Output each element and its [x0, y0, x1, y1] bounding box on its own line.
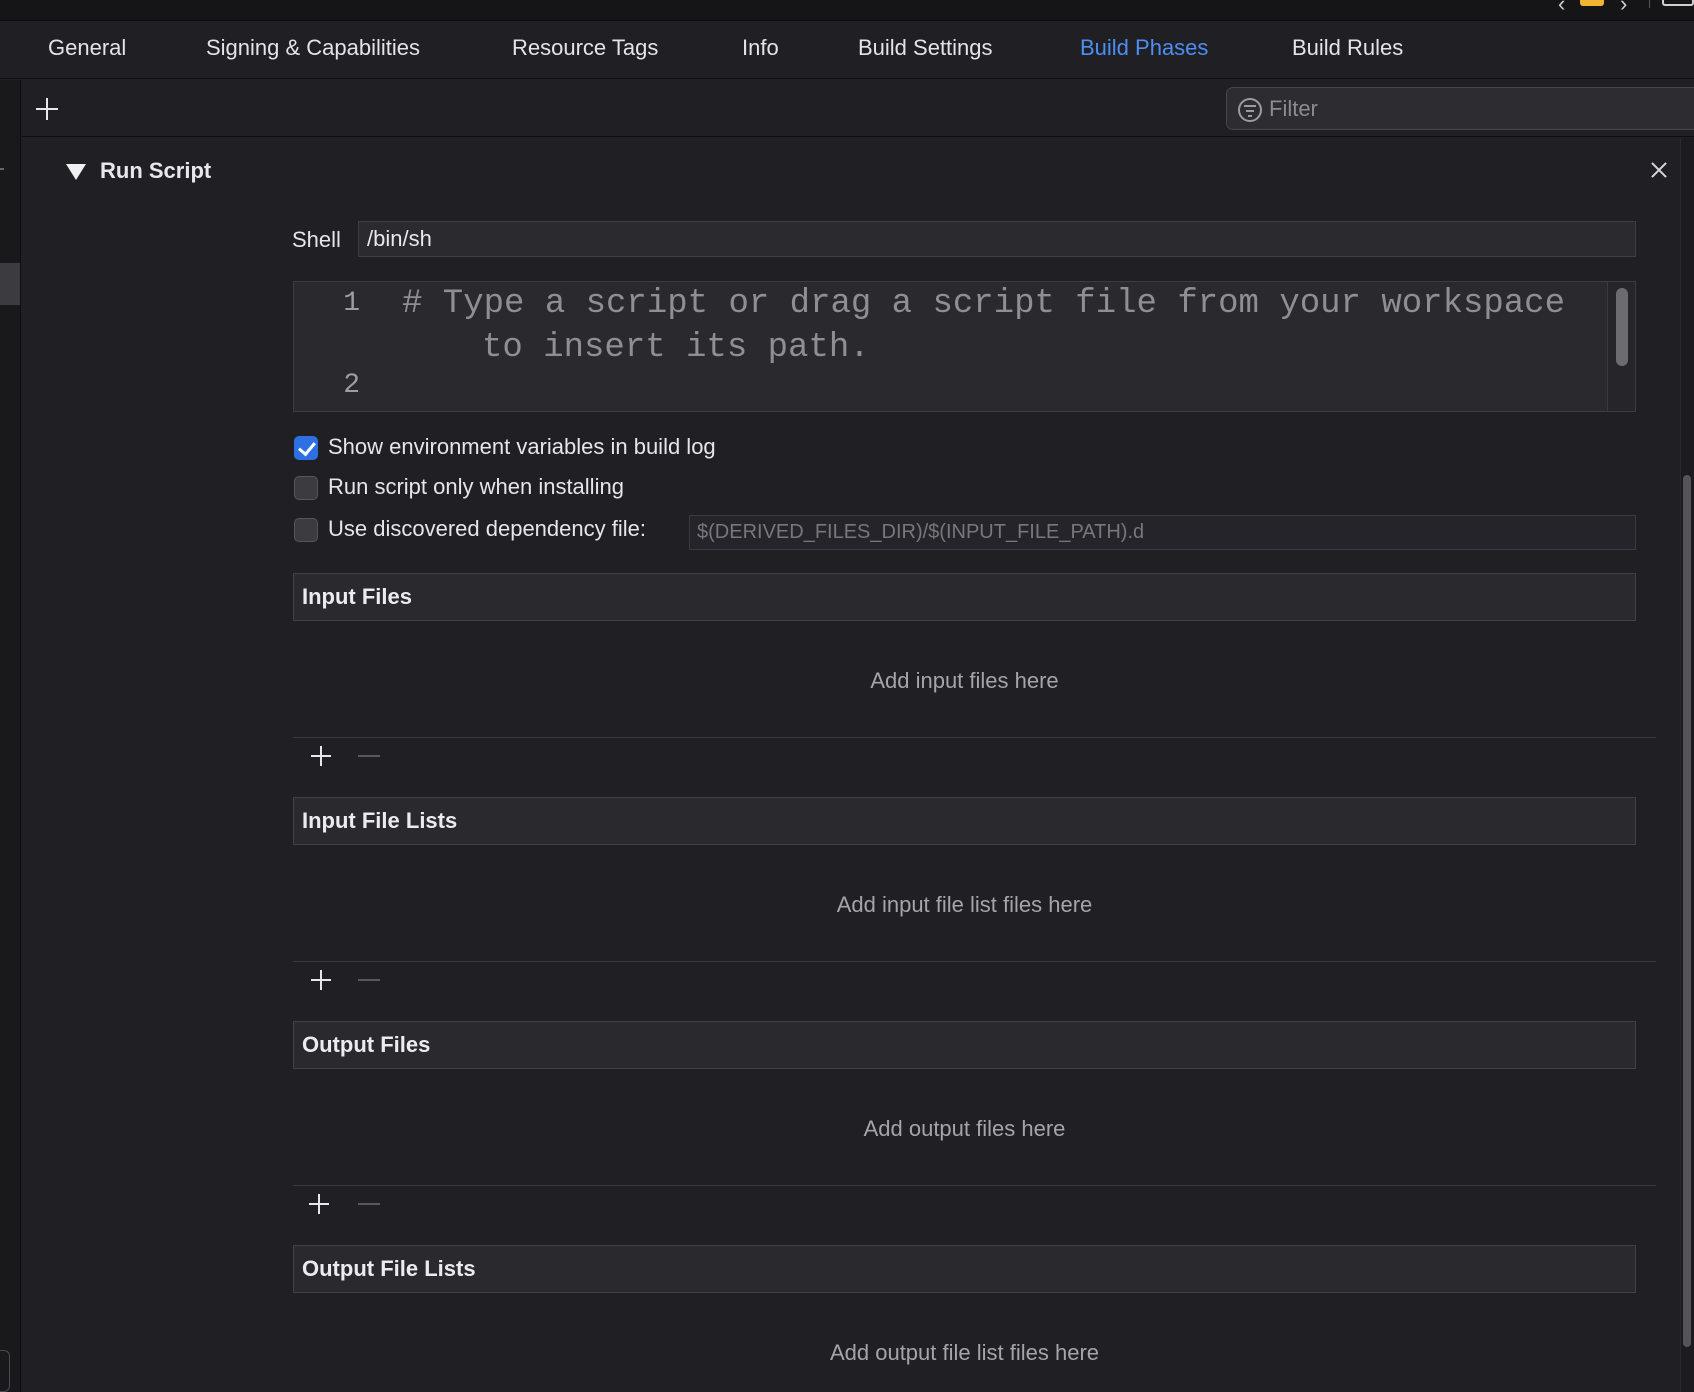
editor-tab-bar: General Signing & Capabilities Resource …: [0, 21, 1694, 79]
filter-icon: [1238, 98, 1262, 122]
titlebar-divider: [1649, 0, 1650, 8]
tab-general[interactable]: General: [48, 35, 126, 61]
tab-build-settings[interactable]: Build Settings: [858, 35, 993, 61]
sidebar-selected-target[interactable]: [0, 263, 20, 305]
shell-field[interactable]: /bin/sh: [358, 221, 1636, 257]
run-installing-checkbox[interactable]: [294, 476, 318, 500]
back-arrow-icon[interactable]: ‹: [1558, 0, 1565, 15]
remove-input-file-list-icon[interactable]: [358, 969, 380, 991]
disclosure-triangle-icon[interactable]: [66, 164, 86, 180]
content-scrollbar[interactable]: [1680, 138, 1694, 1392]
tab-signing-capabilities[interactable]: Signing & Capabilities: [206, 35, 420, 61]
remove-output-file-icon[interactable]: [358, 1193, 380, 1215]
warning-folder-icon[interactable]: [1580, 0, 1604, 6]
phase-title[interactable]: Run Script: [100, 158, 211, 184]
filter-field[interactable]: [1226, 87, 1694, 130]
remove-input-file-icon[interactable]: [358, 745, 380, 767]
input-files-header: Input Files: [293, 573, 1636, 621]
dependency-file-field[interactable]: $(DERIVED_FILES_DIR)/$(INPUT_FILE_PATH).…: [689, 515, 1636, 550]
add-output-file-icon[interactable]: [309, 1194, 329, 1214]
run-installing-label[interactable]: Run script only when installing: [328, 474, 624, 500]
forward-arrow-icon[interactable]: ›: [1620, 0, 1627, 15]
script-line: # Type a script or drag a script file fr…: [402, 285, 1565, 323]
input-files-empty: Add input files here: [870, 668, 1059, 693]
show-env-checkbox[interactable]: [294, 436, 318, 460]
dependency-checkbox[interactable]: [294, 518, 318, 542]
section-divider: [293, 961, 1656, 962]
section-divider: [293, 1185, 1656, 1186]
shell-label: Shell: [292, 227, 341, 252]
target-list-sidebar: [0, 80, 21, 1392]
show-env-label[interactable]: Show environment variables in build log: [328, 434, 716, 460]
line-number: 2: [343, 370, 360, 401]
sidebar-marker: [0, 168, 4, 170]
add-input-file-list-icon[interactable]: [311, 970, 331, 990]
script-editor[interactable]: 1 2 # Type a script or drag a script fil…: [293, 281, 1636, 412]
output-file-lists-empty: Add output file list files here: [829, 1340, 1100, 1365]
editor-scroll-thumb[interactable]: [1616, 288, 1628, 366]
phases-toolbar: [22, 80, 1694, 137]
tab-build-rules[interactable]: Build Rules: [1292, 35, 1403, 61]
section-divider: [293, 737, 1656, 738]
sidebar-toggle-button[interactable]: [0, 1350, 10, 1392]
add-build-phase-icon[interactable]: [36, 98, 58, 120]
titlebar-controls: ‹ ›: [1544, 0, 1694, 21]
window-titlebar: ‹ ›: [0, 0, 1694, 21]
add-input-file-icon[interactable]: [311, 746, 331, 766]
script-line-wrap: to insert its path.: [482, 329, 870, 367]
content-scroll-thumb[interactable]: [1683, 475, 1691, 1347]
output-files-empty: Add output files here: [863, 1116, 1066, 1141]
input-file-lists-empty: Add input file list files here: [836, 892, 1093, 917]
output-file-lists-header: Output File Lists: [293, 1245, 1636, 1293]
delete-phase-icon[interactable]: [1649, 160, 1669, 180]
inspector-toggle-icon[interactable]: [1662, 0, 1694, 6]
editor-scrollbar[interactable]: [1607, 282, 1635, 411]
tab-info[interactable]: Info: [742, 35, 779, 61]
line-number: 1: [343, 288, 360, 319]
build-phases-content: Run Script Shell /bin/sh 1 2 # Type a sc…: [22, 138, 1694, 1392]
tab-resource-tags[interactable]: Resource Tags: [512, 35, 658, 61]
input-file-lists-header: Input File Lists: [293, 797, 1636, 845]
tab-build-phases[interactable]: Build Phases: [1080, 35, 1208, 61]
filter-input[interactable]: [1269, 94, 1689, 124]
output-files-header: Output Files: [293, 1021, 1636, 1069]
dependency-label[interactable]: Use discovered dependency file:: [328, 516, 646, 542]
